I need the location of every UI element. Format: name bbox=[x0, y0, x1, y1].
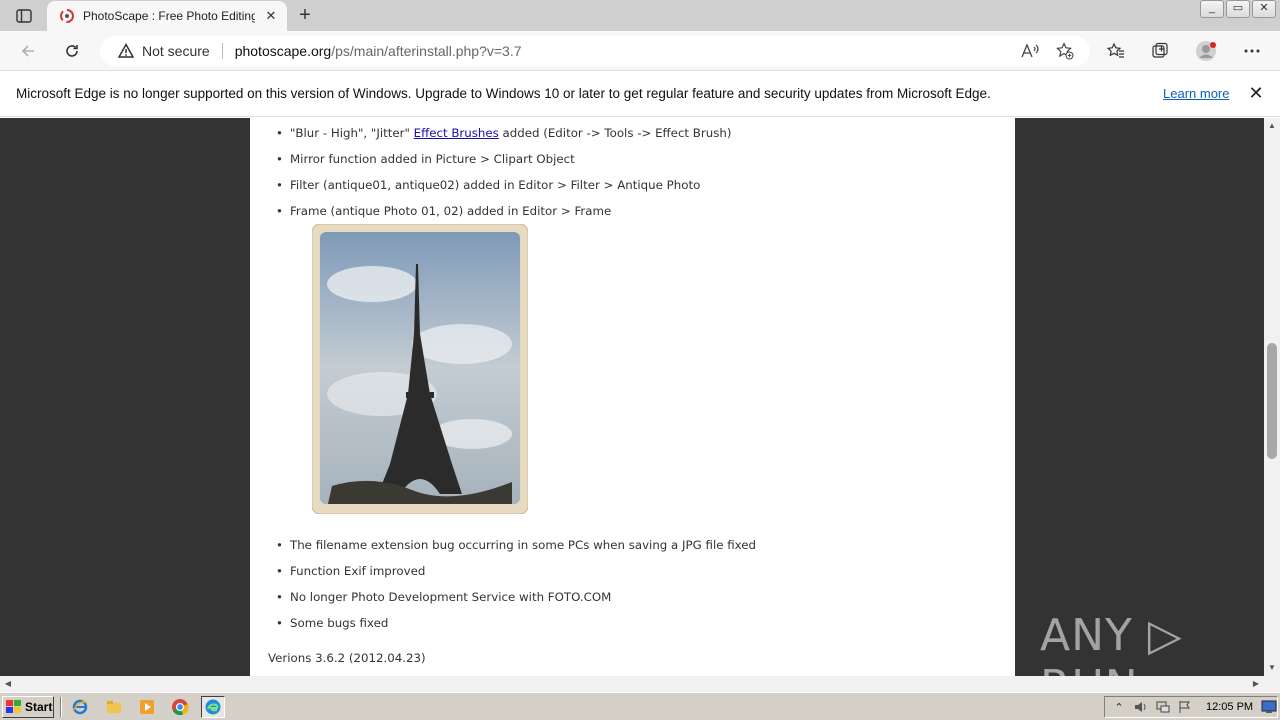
scroll-up-icon[interactable]: ▲ bbox=[1264, 118, 1280, 134]
internet-explorer-icon[interactable] bbox=[68, 696, 92, 718]
photoscape-favicon-icon bbox=[59, 8, 75, 24]
taskbar-divider bbox=[60, 697, 62, 717]
minimize-button[interactable]: _ bbox=[1200, 0, 1224, 18]
back-arrow-icon[interactable] bbox=[16, 39, 40, 63]
media-player-icon[interactable] bbox=[135, 696, 159, 718]
edge-icon[interactable] bbox=[201, 696, 225, 718]
refresh-icon[interactable] bbox=[60, 39, 84, 63]
address-bar[interactable]: Not secure photoscape.org/ps/main/afteri… bbox=[100, 36, 1090, 66]
list-item: "Blur - High", "Jitter" Effect Brushes a… bbox=[276, 126, 731, 140]
page-content: "Blur - High", "Jitter" Effect Brushes a… bbox=[250, 118, 1015, 676]
scroll-right-icon[interactable]: ▶ bbox=[1248, 676, 1264, 692]
list-item: The filename extension bug occurring in … bbox=[276, 538, 756, 552]
volume-icon[interactable] bbox=[1133, 699, 1149, 715]
list-item: Filter (antique01, antique02) added in E… bbox=[276, 178, 700, 192]
url-path: /ps/main/afterinstall.php?v=3.7 bbox=[331, 43, 522, 59]
security-label[interactable]: Not secure bbox=[142, 43, 210, 59]
antique-eiffel-tower-photo bbox=[311, 223, 529, 515]
action-center-flag-icon[interactable] bbox=[1177, 699, 1193, 715]
scrollbar-corner bbox=[1264, 676, 1280, 692]
tab-close-icon[interactable]: ✕ bbox=[263, 8, 279, 24]
list-item: Function Exif improved bbox=[276, 564, 425, 578]
list-item: Frame (antique Photo 01, 02) added in Ed… bbox=[276, 204, 611, 218]
favorites-icon[interactable] bbox=[1104, 39, 1128, 63]
warning-icon bbox=[117, 42, 135, 59]
unsupported-os-infobar: Microsoft Edge is no longer supported on… bbox=[0, 72, 1280, 117]
file-explorer-icon[interactable] bbox=[102, 696, 126, 718]
infobar-message: Microsoft Edge is no longer supported on… bbox=[16, 86, 991, 101]
vertical-scrollbar[interactable]: ▲ ▼ bbox=[1264, 118, 1280, 676]
list-item: No longer Photo Development Service with… bbox=[276, 590, 611, 604]
new-tab-button[interactable]: + bbox=[294, 5, 316, 27]
more-options-icon[interactable] bbox=[1240, 39, 1264, 63]
close-window-button[interactable]: ✕ bbox=[1252, 0, 1276, 18]
horizontal-scrollbar[interactable]: ◀ ▶ bbox=[0, 676, 1264, 692]
scroll-down-icon[interactable]: ▼ bbox=[1264, 660, 1280, 676]
scroll-left-icon[interactable]: ◀ bbox=[0, 676, 16, 692]
windows-flag-icon bbox=[6, 700, 22, 714]
collections-icon[interactable] bbox=[1148, 39, 1172, 63]
infobar-close-icon[interactable]: ✕ bbox=[1246, 83, 1266, 103]
learn-more-link[interactable]: Learn more bbox=[1163, 86, 1229, 101]
list-item: Some bugs fixed bbox=[276, 616, 388, 630]
effect-brushes-link[interactable]: Effect Brushes bbox=[414, 126, 499, 140]
tab-photoscape[interactable]: PhotoScape : Free Photo Editing ✕ bbox=[47, 1, 287, 31]
tab-actions-icon[interactable] bbox=[8, 6, 40, 26]
address-separator bbox=[221, 43, 223, 59]
show-desktop-icon[interactable] bbox=[1261, 699, 1277, 715]
taskbar-clock[interactable]: 12:05 PM bbox=[1206, 701, 1253, 713]
url-host: photoscape.org bbox=[234, 43, 332, 59]
version-heading: Verions 3.6.2 (2012.04.23) bbox=[268, 651, 426, 665]
network-icon[interactable] bbox=[1155, 699, 1171, 715]
read-aloud-icon[interactable] bbox=[1018, 39, 1042, 63]
start-button[interactable]: Start bbox=[2, 696, 54, 718]
windows-taskbar: Start ⌃ 12:05 PM bbox=[0, 692, 1280, 720]
show-hidden-icons-icon[interactable]: ⌃ bbox=[1111, 699, 1127, 715]
window-controls: _ ▭ ✕ bbox=[1198, 0, 1276, 18]
add-favorite-icon[interactable] bbox=[1053, 39, 1077, 63]
maximize-button[interactable]: ▭ bbox=[1226, 0, 1250, 18]
start-label: Start bbox=[25, 700, 53, 714]
system-tray: ⌃ 12:05 PM bbox=[1104, 696, 1278, 718]
tab-title: PhotoScape : Free Photo Editing bbox=[83, 9, 255, 23]
chrome-icon[interactable] bbox=[168, 696, 192, 718]
page-viewport: "Blur - High", "Jitter" Effect Brushes a… bbox=[0, 118, 1264, 676]
browser-toolbar: Not secure photoscape.org/ps/main/afteri… bbox=[0, 31, 1280, 71]
browser-titlebar: PhotoScape : Free Photo Editing ✕ + _ ▭ … bbox=[0, 0, 1280, 31]
profile-avatar-icon[interactable] bbox=[1194, 39, 1218, 63]
list-item: Mirror function added in Picture > Clipa… bbox=[276, 152, 575, 166]
vertical-scroll-thumb[interactable] bbox=[1267, 343, 1277, 459]
